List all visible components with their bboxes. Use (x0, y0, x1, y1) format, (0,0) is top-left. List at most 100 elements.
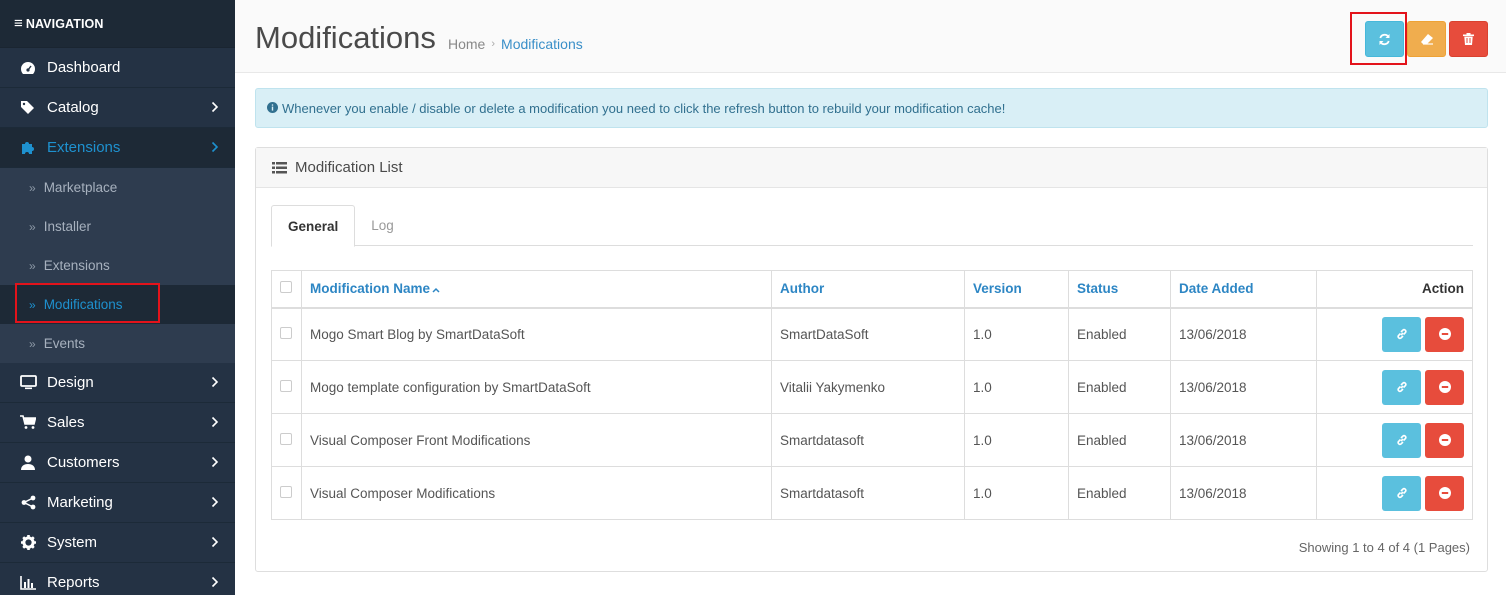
menu-item-catalog[interactable]: Catalog (0, 88, 235, 128)
double-chevron-icon: » (29, 219, 36, 234)
column-header-author[interactable]: Author (771, 270, 965, 309)
row-select-cell (271, 413, 302, 467)
menu-item-sales[interactable]: Sales (0, 403, 235, 443)
menu-label: Catalog (47, 99, 99, 116)
link-button[interactable] (1382, 422, 1421, 458)
link-button[interactable] (1382, 316, 1421, 352)
chevron-right-icon (211, 100, 219, 117)
minus-circle-icon (1438, 487, 1451, 499)
table-header-row: Modification Name Author Version Status … (271, 270, 1473, 309)
column-header-date-added[interactable]: Date Added (1170, 270, 1317, 309)
row-select-cell (271, 360, 302, 414)
tab-log[interactable]: Log (355, 205, 410, 246)
breadcrumb-modifications[interactable]: Modifications (501, 36, 583, 52)
tags-icon (18, 100, 38, 115)
select-all-checkbox[interactable] (280, 281, 292, 294)
cell-version: 1.0 (964, 466, 1069, 520)
cell-date: 13/06/2018 (1170, 360, 1317, 414)
panel-title: Modification List (295, 159, 403, 176)
modification-list-panel: Modification List General Log Modificati… (255, 147, 1488, 572)
column-header-status[interactable]: Status (1068, 270, 1171, 309)
cart-icon (18, 415, 38, 430)
row-checkbox[interactable] (280, 326, 292, 339)
column-header-version[interactable]: Version (964, 270, 1069, 309)
disable-button[interactable] (1425, 475, 1464, 511)
row-checkbox[interactable] (280, 485, 292, 498)
cell-name: Mogo Smart Blog by SmartDataSoft (301, 307, 772, 361)
page-header: Modifications Home › Modifications (235, 0, 1506, 73)
minus-circle-icon (1438, 434, 1451, 446)
menu-item-marketing[interactable]: Marketing (0, 483, 235, 523)
tabs: General Log (271, 205, 1473, 247)
menu-item-reports[interactable]: Reports (0, 563, 235, 595)
menu-item-system[interactable]: System (0, 523, 235, 563)
row-select-cell (271, 466, 302, 520)
menu-item-design[interactable]: Design (0, 363, 235, 403)
submenu-item-modifications[interactable]: » Modifications (0, 285, 235, 324)
cell-version: 1.0 (964, 360, 1069, 414)
page-title: Modifications (255, 20, 436, 55)
nav-header[interactable]: ≡ NAVIGATION (0, 0, 235, 48)
cell-name: Mogo template configuration by SmartData… (301, 360, 772, 414)
cell-name: Visual Composer Modifications (301, 466, 772, 520)
link-button[interactable] (1382, 369, 1421, 405)
breadcrumb-home[interactable]: Home (448, 36, 485, 52)
list-icon (272, 161, 287, 174)
sidebar: ≡ NAVIGATION Dashboard Catalog Extension… (0, 0, 235, 595)
menu-label: Dashboard (47, 59, 121, 76)
main-content: Modifications Home › Modifications Whene… (235, 0, 1506, 595)
minus-circle-icon (1438, 381, 1451, 393)
minus-circle-icon (1438, 328, 1451, 341)
menu-label: Customers (47, 454, 120, 471)
table-row: Visual Composer Modifications Smartdatas… (271, 466, 1473, 520)
panel-heading: Modification List (256, 148, 1487, 188)
table-row: Visual Composer Front Modifications Smar… (271, 413, 1473, 467)
extensions-submenu: » Marketplace » Installer » Extensions »… (0, 168, 235, 363)
row-checkbox[interactable] (280, 432, 292, 445)
header-actions (1365, 21, 1488, 57)
submenu-item-extensions[interactable]: » Extensions (0, 246, 235, 285)
menu-item-customers[interactable]: Customers (0, 443, 235, 483)
tab-general[interactable]: General (271, 205, 356, 247)
chevron-right-icon (211, 455, 219, 472)
submenu-item-events[interactable]: » Events (0, 324, 235, 363)
disable-button[interactable] (1425, 422, 1464, 458)
submenu-item-installer[interactable]: » Installer (0, 207, 235, 246)
submenu-label: Events (43, 336, 85, 351)
dashboard-icon (18, 61, 38, 75)
double-chevron-icon: » (29, 297, 36, 312)
row-select-cell (271, 307, 302, 361)
table-row: Mogo template configuration by SmartData… (271, 360, 1473, 414)
refresh-icon (1379, 33, 1390, 45)
trash-icon (1463, 33, 1474, 45)
submenu-label: Installer (43, 219, 91, 234)
cell-date: 13/06/2018 (1170, 307, 1317, 361)
menu-label: Extensions (47, 139, 121, 156)
disable-button[interactable] (1425, 316, 1464, 352)
eraser-icon (1420, 34, 1433, 45)
delete-button[interactable] (1449, 21, 1488, 57)
menu-item-dashboard[interactable]: Dashboard (0, 48, 235, 88)
column-header-name[interactable]: Modification Name (301, 270, 772, 309)
cell-author: SmartDataSoft (771, 307, 965, 361)
clear-button[interactable] (1407, 21, 1446, 57)
cell-date: 13/06/2018 (1170, 466, 1317, 520)
link-button[interactable] (1382, 475, 1421, 511)
row-checkbox[interactable] (280, 379, 292, 392)
nav-header-label: NAVIGATION (25, 16, 104, 31)
cell-action (1316, 360, 1473, 414)
pagination-summary: Showing 1 to 4 of 4 (1 Pages) (1298, 540, 1470, 555)
menu-label: Sales (47, 414, 85, 431)
cell-status: Enabled (1068, 466, 1171, 520)
menu-item-extensions[interactable]: Extensions (0, 128, 235, 168)
disable-button[interactable] (1425, 369, 1464, 405)
link-icon (1396, 329, 1407, 340)
double-chevron-icon: » (29, 180, 36, 195)
submenu-item-marketplace[interactable]: » Marketplace (0, 168, 235, 207)
refresh-button[interactable] (1365, 21, 1404, 57)
breadcrumb: Home › Modifications (448, 36, 583, 52)
breadcrumb-separator-icon: › (491, 38, 496, 50)
hamburger-icon: ≡ (14, 15, 23, 32)
alert-text: Whenever you enable / disable or delete … (282, 100, 1006, 116)
menu-label: Reports (47, 574, 100, 591)
